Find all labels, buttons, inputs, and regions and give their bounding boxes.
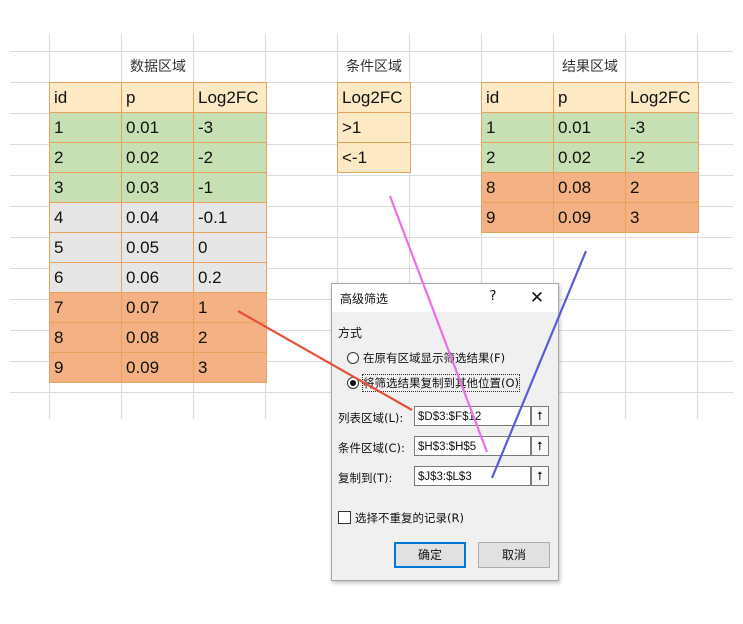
copy-to-input[interactable]: $J$3:$L$3 xyxy=(414,466,531,486)
criteria-region-title: 条件区域 xyxy=(346,59,402,75)
range-picker-icon[interactable]: ⭡ xyxy=(531,406,549,426)
header-cell[interactable]: Log2FC xyxy=(625,82,699,113)
table-row: 2 0.02 -2 xyxy=(49,142,267,173)
table-cell[interactable]: 0.2 xyxy=(193,262,267,293)
table-cell[interactable]: -3 xyxy=(625,112,699,143)
header-cell[interactable]: Log2FC xyxy=(193,82,267,113)
table-cell[interactable]: 2 xyxy=(193,322,267,353)
table-cell[interactable]: 2 xyxy=(625,172,699,203)
table-row: 1 0.01 -3 xyxy=(481,112,699,143)
table-row: <-1 xyxy=(337,142,411,173)
header-cell[interactable]: Log2FC xyxy=(337,82,411,113)
radio-label[interactable]: 将筛选结果复制到其他位置(O) xyxy=(361,374,521,392)
copy-to-label: 复制到(T): xyxy=(338,471,393,485)
dialog-titlebar[interactable]: 高级筛选 ? ✕ xyxy=(332,284,558,312)
table-row: 3 0.03 -1 xyxy=(49,172,267,203)
table-cell[interactable]: 0.01 xyxy=(121,112,194,143)
table-cell[interactable]: 1 xyxy=(193,292,267,323)
header-cell[interactable]: id xyxy=(49,82,122,113)
data-region-title: 数据区域 xyxy=(130,59,186,75)
table-cell[interactable]: 2 xyxy=(481,142,554,173)
cancel-button[interactable]: 取消 xyxy=(478,542,550,568)
result-table: id p Log2FC 1 0.01 -3 2 0.02 -2 8 0.08 2… xyxy=(481,82,699,233)
table-cell[interactable]: 0 xyxy=(193,232,267,263)
table-cell[interactable]: 1 xyxy=(49,112,122,143)
table-cell[interactable]: 0.01 xyxy=(553,112,626,143)
table-cell[interactable]: >1 xyxy=(337,112,411,143)
table-cell[interactable]: 0.08 xyxy=(553,172,626,203)
table-row: 1 0.01 -3 xyxy=(49,112,267,143)
table-cell[interactable]: 3 xyxy=(193,352,267,383)
table-row: 6 0.06 0.2 xyxy=(49,262,267,293)
radio-button-selected[interactable] xyxy=(347,377,359,389)
criteria-range-label: 条件区域(C): xyxy=(338,441,405,455)
list-range-label: 列表区域(L): xyxy=(338,411,404,425)
table-row: 8 0.08 2 xyxy=(481,172,699,203)
table-row: 9 0.09 3 xyxy=(49,352,267,383)
table-row: >1 xyxy=(337,112,411,143)
table-cell[interactable]: 0.06 xyxy=(121,262,194,293)
table-cell[interactable]: 0.09 xyxy=(553,202,626,233)
table-cell[interactable]: -0.1 xyxy=(193,202,267,233)
table-cell[interactable]: 1 xyxy=(481,112,554,143)
table-cell[interactable]: 7 xyxy=(49,292,122,323)
table-row: 7 0.07 1 xyxy=(49,292,267,323)
table-cell[interactable]: -2 xyxy=(193,142,267,173)
table-cell[interactable]: 6 xyxy=(49,262,122,293)
table-cell[interactable]: 4 xyxy=(49,202,122,233)
table-row: 4 0.04 -0.1 xyxy=(49,202,267,233)
table-cell[interactable]: 0.08 xyxy=(121,322,194,353)
close-icon[interactable]: ✕ xyxy=(526,287,548,309)
checkbox-box[interactable] xyxy=(338,511,351,524)
table-cell[interactable]: 0.02 xyxy=(553,142,626,173)
result-region-title: 结果区域 xyxy=(562,59,618,75)
table-cell[interactable]: 3 xyxy=(625,202,699,233)
radio-label[interactable]: 在原有区域显示筛选结果(F) xyxy=(363,350,505,366)
table-cell[interactable]: 8 xyxy=(481,172,554,203)
table-cell[interactable]: 0.04 xyxy=(121,202,194,233)
criteria-range-input[interactable]: $H$3:$H$5 xyxy=(414,436,531,456)
table-cell[interactable]: 3 xyxy=(49,172,122,203)
dialog-title: 高级筛选 xyxy=(340,292,389,306)
data-table: id p Log2FC 1 0.01 -3 2 0.02 -2 3 0.03 -… xyxy=(49,82,267,383)
list-range-input[interactable]: $D$3:$F$12 xyxy=(414,406,531,426)
table-cell[interactable]: 0.09 xyxy=(121,352,194,383)
table-cell[interactable]: 0.02 xyxy=(121,142,194,173)
table-cell[interactable]: 5 xyxy=(49,232,122,263)
header-cell[interactable]: p xyxy=(121,82,194,113)
table-cell[interactable]: 9 xyxy=(49,352,122,383)
ok-button[interactable]: 确定 xyxy=(394,542,466,568)
table-row: 9 0.09 3 xyxy=(481,202,699,233)
table-row: 8 0.08 2 xyxy=(49,322,267,353)
table-cell[interactable]: <-1 xyxy=(337,142,411,173)
table-cell[interactable]: 8 xyxy=(49,322,122,353)
criteria-table: Log2FC >1 <-1 xyxy=(337,82,411,173)
table-cell[interactable]: -3 xyxy=(193,112,267,143)
table-row: 2 0.02 -2 xyxy=(481,142,699,173)
checkbox-label[interactable]: 选择不重复的记录(R) xyxy=(355,510,464,526)
table-cell[interactable]: 0.07 xyxy=(121,292,194,323)
range-picker-icon[interactable]: ⭡ xyxy=(531,466,549,486)
table-cell[interactable]: 0.05 xyxy=(121,232,194,263)
table-cell[interactable]: 0.03 xyxy=(121,172,194,203)
table-cell[interactable]: -2 xyxy=(625,142,699,173)
method-group-label: 方式 xyxy=(338,326,363,340)
table-cell[interactable]: 9 xyxy=(481,202,554,233)
advanced-filter-dialog: 高级筛选 ? ✕ 方式 在原有区域显示筛选结果(F) 将筛选结果复制到其他位置(… xyxy=(331,283,559,581)
range-picker-icon[interactable]: ⭡ xyxy=(531,436,549,456)
table-header-row: id p Log2FC xyxy=(481,82,699,113)
header-cell[interactable]: id xyxy=(481,82,554,113)
table-header-row: id p Log2FC xyxy=(49,82,267,113)
help-icon[interactable]: ? xyxy=(485,289,501,307)
table-header-row: Log2FC xyxy=(337,82,411,113)
radio-button[interactable] xyxy=(347,352,359,364)
header-cell[interactable]: p xyxy=(553,82,626,113)
table-cell[interactable]: 2 xyxy=(49,142,122,173)
table-cell[interactable]: -1 xyxy=(193,172,267,203)
table-row: 5 0.05 0 xyxy=(49,232,267,263)
